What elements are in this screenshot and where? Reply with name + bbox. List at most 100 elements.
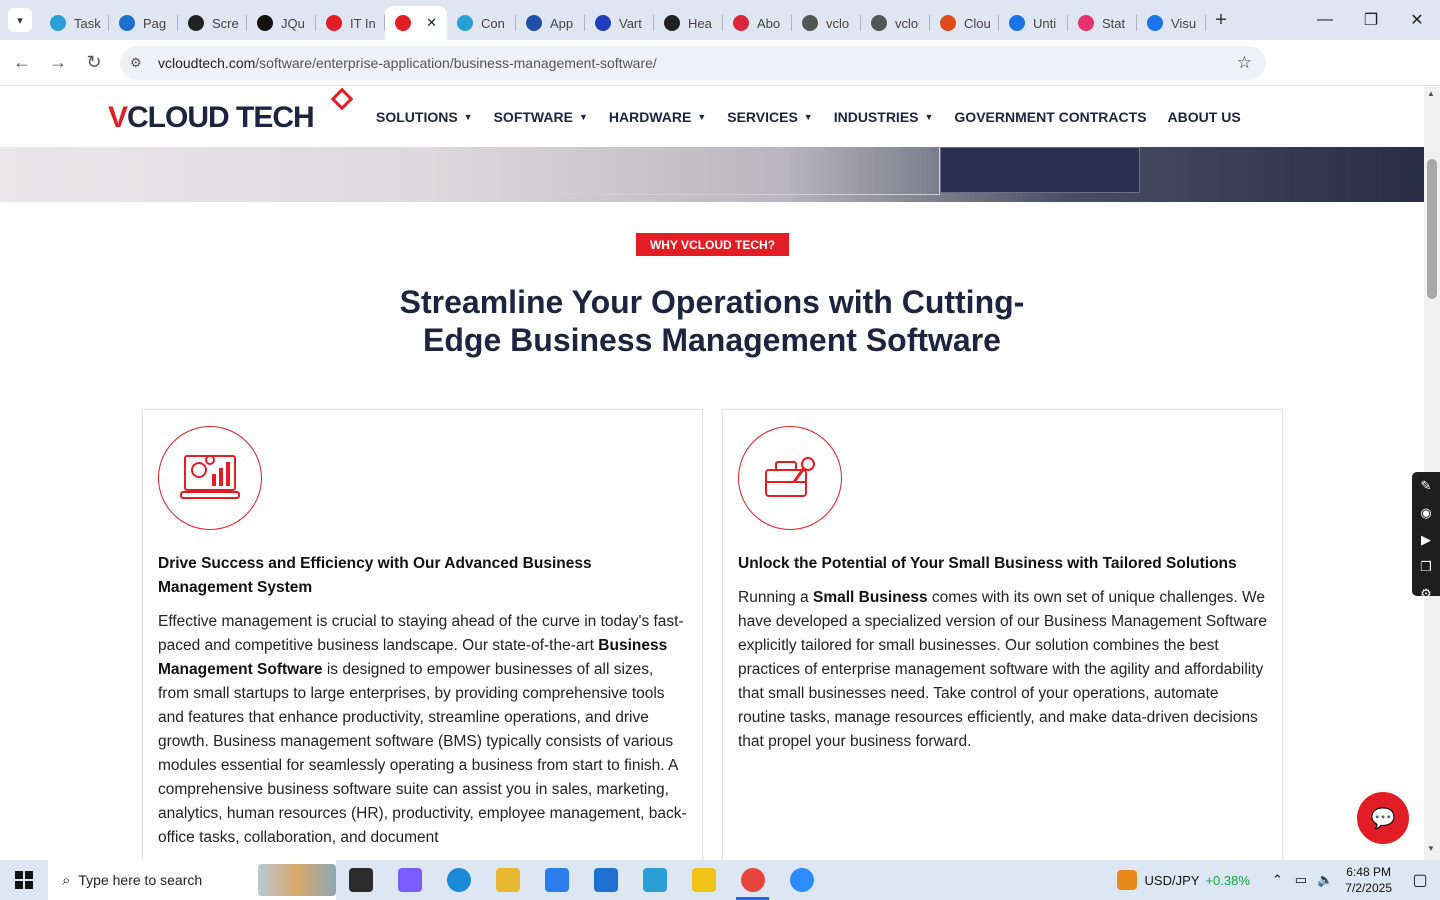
browser-tab[interactable]: vclo (792, 6, 861, 40)
sticky-notes-icon (691, 868, 716, 892)
tab-search-button[interactable]: ▾ (8, 8, 32, 32)
tab-label: Abo (757, 15, 781, 31)
browser-tab[interactable]: ✕ (385, 6, 447, 40)
chevron-down-icon: ▾ (17, 14, 23, 27)
system-tray: USD/JPY +0.38% ⌃ ▭ 🔈 6:48 PM 7/2/2025 ▢ (1116, 860, 1440, 900)
taskbar-app-sticky-notes[interactable] (679, 860, 728, 900)
scroll-up-arrow-icon[interactable]: ▲ (1427, 89, 1435, 98)
browser-tab[interactable]: Task (40, 6, 109, 40)
taskbar-app-zoom[interactable] (777, 860, 826, 900)
tab-label: Unti (1033, 15, 1057, 31)
browser-tab[interactable]: App (516, 6, 585, 40)
browser-tab[interactable]: IT In (316, 6, 385, 40)
tab-favicon-icon (1147, 15, 1163, 31)
new-tab-button[interactable]: + (1206, 9, 1236, 32)
feature-card-bms: Drive Success and Efficiency with Our Ad… (142, 409, 703, 860)
bookmark-star-icon[interactable]: ☆ (1237, 53, 1252, 73)
vcloud-tech-logo[interactable]: VCLOUD TECH (108, 87, 354, 135)
browser-tab[interactable]: Abo (723, 6, 792, 40)
browser-tab[interactable]: Stat (1068, 6, 1137, 40)
reload-button[interactable]: ↻ (76, 52, 112, 73)
back-button[interactable]: ← (4, 52, 40, 73)
tab-label: Vart (619, 15, 642, 31)
taskbar-app-store[interactable] (532, 860, 581, 900)
speaker-icon[interactable]: 🔈 (1317, 872, 1333, 888)
nav-item-services[interactable]: SERVICES ▼ (727, 109, 812, 125)
tab-favicon-icon (50, 15, 66, 31)
browser-tab[interactable]: Visu (1137, 6, 1206, 40)
tab-favicon-icon (119, 15, 135, 31)
zoom-icon (789, 868, 814, 892)
taskbar-app-task-view[interactable] (336, 860, 385, 900)
taskbar-app-file-explorer[interactable] (483, 860, 532, 900)
caret-down-icon: ▼ (578, 112, 588, 122)
tab-label: Con (481, 15, 505, 31)
card-title: Drive Success and Efficiency with Our Ad… (158, 555, 592, 596)
taskbar-app-chrome[interactable] (728, 860, 777, 900)
pinned-apps (336, 860, 826, 900)
browser-tab[interactable]: vclo (861, 6, 930, 40)
why-vcloud-badge: WHY VCLOUD TECH? (636, 233, 789, 256)
video-icon[interactable]: ▶ (1412, 526, 1440, 553)
nav-item-hardware[interactable]: HARDWARE ▼ (609, 109, 706, 125)
pen-icon[interactable]: ✎ (1412, 472, 1440, 499)
url-path: /software/enterprise-application/busines… (255, 55, 657, 71)
file-explorer-icon (495, 868, 520, 892)
ticker-symbol[interactable]: USD/JPY (1145, 873, 1200, 888)
nav-item-software[interactable]: SOFTWARE ▼ (494, 109, 588, 125)
dashboard-screen-graphic (940, 147, 1140, 193)
card-title: Unlock the Potential of Your Small Busin… (738, 555, 1237, 572)
camera-icon[interactable]: ◉ (1412, 499, 1440, 526)
nav-item-about-us[interactable]: ABOUT US (1168, 109, 1241, 125)
browser-tab[interactable]: Clou (930, 6, 999, 40)
caret-down-icon: ▼ (924, 112, 934, 122)
nav-item-solutions[interactable]: SOLUTIONS ▼ (376, 109, 473, 125)
url-domain: vcloudtech.com (158, 55, 256, 71)
start-button[interactable] (0, 860, 48, 900)
live-chat-button[interactable]: 💬 (1357, 792, 1409, 844)
site-info-icon[interactable]: ⚙ (130, 55, 148, 71)
browser-toolbar: ← → ↻ ⚙ vcloudtech.com/software/enterpri… (0, 40, 1440, 113)
network-icon[interactable]: ▭ (1295, 872, 1307, 888)
nav-item-government-contracts[interactable]: GOVERNMENT CONTRACTS (954, 109, 1146, 125)
close-window-button[interactable]: ✕ (1394, 0, 1440, 40)
taskbar-app-edge[interactable] (434, 860, 483, 900)
tab-favicon-icon (188, 15, 204, 31)
browser-tab[interactable]: Vart (585, 6, 654, 40)
taskbar-app-app-blue[interactable] (630, 860, 679, 900)
laptop-graphic (520, 147, 940, 195)
tab-separator (1205, 15, 1206, 31)
taskbar-app-copilot[interactable] (385, 860, 434, 900)
page-viewport: VCLOUD TECH SOLUTIONS ▼ SOFTWARE ▼ HARDWARE ▼… (0, 87, 1424, 860)
gear-icon[interactable]: ⚙ (1412, 580, 1440, 607)
browser-tab[interactable]: Hea (654, 6, 723, 40)
tab-label: Task (74, 15, 101, 31)
minimize-button[interactable]: — (1302, 0, 1348, 40)
close-tab-icon[interactable]: ✕ (426, 15, 437, 31)
nav-item-industries[interactable]: INDUSTRIES ▼ (834, 109, 934, 125)
address-bar[interactable]: ⚙ vcloudtech.com/software/enterprise-app… (120, 46, 1266, 80)
window-icon[interactable]: ❐ (1412, 553, 1440, 580)
currency-widget-icon[interactable] (1116, 870, 1137, 890)
maximize-button[interactable]: ❐ (1348, 0, 1394, 40)
notification-icon[interactable]: ▢ (1400, 870, 1440, 890)
browser-tab[interactable]: Pag (109, 6, 178, 40)
chevron-up-icon[interactable]: ⌃ (1272, 872, 1283, 888)
card-body: Running a Small Business comes with its … (738, 589, 1268, 750)
taskbar-app-mail[interactable] (581, 860, 630, 900)
scrollbar-thumb[interactable] (1427, 159, 1437, 299)
forward-button[interactable]: → (40, 52, 76, 73)
taskbar-search-box[interactable]: ⌕ Type here to search (48, 860, 336, 900)
copilot-icon (397, 868, 422, 892)
tab-favicon-icon (871, 15, 887, 31)
browser-tab[interactable]: Con (447, 6, 516, 40)
hero-banner-image (0, 147, 1424, 202)
tab-favicon-icon (526, 15, 542, 31)
browser-tab[interactable]: Unti (999, 6, 1068, 40)
edge-icon (446, 868, 471, 892)
browser-tab[interactable]: JQu (247, 6, 316, 40)
browser-tab[interactable]: Scre (178, 6, 247, 40)
tab-label: Hea (688, 15, 712, 31)
clock[interactable]: 6:48 PM 7/2/2025 (1345, 864, 1392, 896)
scroll-down-arrow-icon[interactable]: ▼ (1427, 844, 1435, 853)
